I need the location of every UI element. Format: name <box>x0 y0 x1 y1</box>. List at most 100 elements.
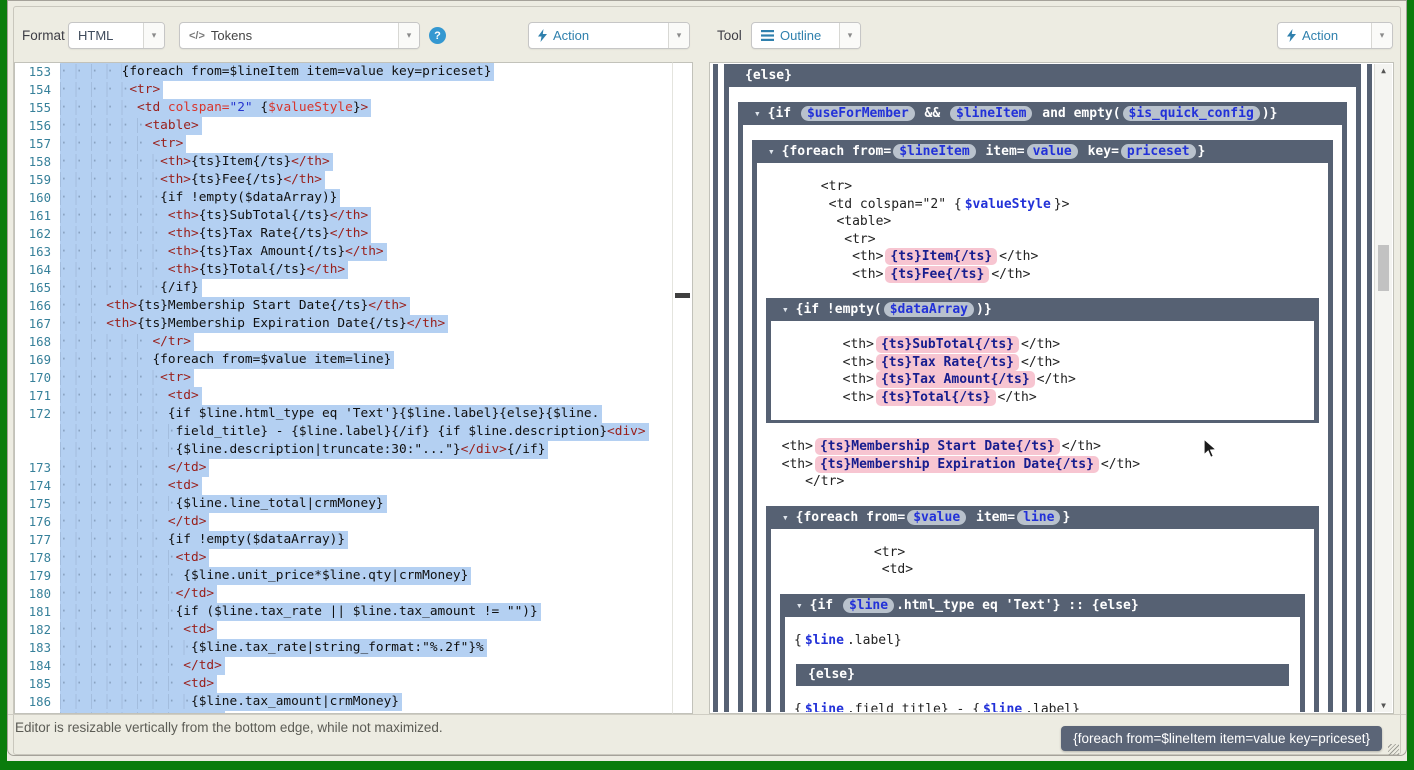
code-line[interactable]: · · · · {foreach from=$lineItem item=val… <box>60 63 692 81</box>
chevron-down-icon: ▾ <box>143 23 164 48</box>
variable-token: $line <box>802 702 847 712</box>
outline-section-header[interactable]: {else} <box>729 64 1356 87</box>
line-number: 156 <box>15 117 60 135</box>
code-line[interactable]: · · · · · · {foreach from=$value item=li… <box>60 351 692 369</box>
code-line[interactable]: · · · · · · ·{/if} <box>60 279 692 297</box>
header-text: {if !empty( <box>796 302 882 317</box>
whitespace-dots: · · · · · · · · <box>60 676 183 691</box>
code-line[interactable]: · · · · · · · <th>{ts}Tax Rate{/ts}</th> <box>60 225 692 243</box>
outline-section-header[interactable]: ▾{if $line.html_type eq 'Text'} :: {else… <box>785 594 1300 617</box>
code-line[interactable]: · · · · · · · · {$line.unit_price*$line.… <box>60 567 692 585</box>
code-line[interactable]: · · · · · <td colspan="2" {$valueStyle}> <box>60 99 692 117</box>
code-editor[interactable]: 1531541551561571581591601611621631641651… <box>14 62 693 714</box>
code-line[interactable]: · · · · · · · <th>{ts}Tax Amount{/ts}</t… <box>60 243 692 261</box>
code-tokens-icon: </> <box>189 30 205 42</box>
variable-token: $line <box>802 633 847 648</box>
line-number: 168 <box>15 333 60 351</box>
code-line[interactable]: · · · · · · · ·field_title} - {$line.lab… <box>60 423 692 441</box>
code-line[interactable]: · · · · · · · ·{$line.line_total|crmMone… <box>60 495 692 513</box>
line-number: 183 <box>15 639 60 657</box>
editor-scrollbar-thumb[interactable] <box>675 293 690 298</box>
action-select-right[interactable]: Action ▾ <box>1277 22 1393 49</box>
line-number: 182 <box>15 621 60 639</box>
resize-handle[interactable] <box>1388 744 1399 755</box>
help-icon[interactable]: ? <box>429 27 446 44</box>
outline-scrollbar-thumb[interactable] <box>1378 245 1389 291</box>
whitespace-dots: · · · · · · · · <box>60 586 176 601</box>
outline-code-block: <tr> <td> <box>780 544 1305 579</box>
variable-token-pill: value <box>1027 144 1078 159</box>
code-line[interactable]: · · · · · · · · ·{$line.tax_rate|string_… <box>60 639 692 657</box>
tool-select[interactable]: Outline ▾ <box>751 22 861 49</box>
code-line[interactable]: · · · · · ·<table> <box>60 117 692 135</box>
whitespace-dots: · · · · · · · <box>60 262 168 277</box>
code-line[interactable]: · · · · ·<tr> <box>60 81 692 99</box>
code-line[interactable]: · · · · · · · · </td> <box>60 657 692 675</box>
whitespace-dots: · · · · · · · · <box>60 442 176 457</box>
outline-code-block: <th>{ts}SubTotal{/ts}</th> <th>{ts}Tax R… <box>780 336 1305 406</box>
whitespace-dots: · · · · · · · <box>60 406 168 421</box>
whitespace-dots: · · · · · · · <box>60 514 168 529</box>
format-select[interactable]: HTML ▾ <box>68 22 165 49</box>
code-line[interactable]: · · · · · · · ·<td> <box>60 549 692 567</box>
code-line[interactable]: · · · <th>{ts}Membership Expiration Date… <box>60 315 692 333</box>
code-line[interactable]: · · · · · · · {if !empty($dataArray)} <box>60 531 692 549</box>
header-text: {if <box>768 106 799 121</box>
action-select-left[interactable]: Action ▾ <box>528 22 690 49</box>
line-number: 157 <box>15 135 60 153</box>
editor-code[interactable]: · · · · {foreach from=$lineItem item=val… <box>60 63 692 713</box>
line-number: 161 <box>15 207 60 225</box>
whitespace-dots: · · · · · · · · <box>60 712 183 713</box>
code-line[interactable]: · · · · · · · · </td> <box>60 711 692 713</box>
code-line[interactable]: · · · · · · · {if $line.html_type eq 'Te… <box>60 405 692 423</box>
line-number: 164 <box>15 261 60 279</box>
outline-section-header[interactable]: ▾{if !empty($dataArray)} <box>771 298 1314 321</box>
scroll-down-icon[interactable]: ▼ <box>1375 699 1392 712</box>
translate-token: {ts}Item{/ts} <box>885 248 997 265</box>
code-line[interactable]: · · · · · · <tr> <box>60 135 692 153</box>
whitespace-dots: · · · · · · · · · <box>60 640 191 655</box>
variable-token-pill: $lineItem <box>893 144 975 159</box>
code-line[interactable]: · · · · · · · <td> <box>60 477 692 495</box>
code-line[interactable]: · · · · · · ·<th>{ts}Fee{/ts}</th> <box>60 171 692 189</box>
outline-section-header[interactable]: ▾{foreach from=$value item=line} <box>771 506 1314 529</box>
code-line[interactable]: · · · · · · ·{if !empty($dataArray)} <box>60 189 692 207</box>
code-line[interactable]: · · · · · · · · ·{$line.tax_amount|crmMo… <box>60 693 692 711</box>
editor-scrollbar[interactable] <box>672 62 693 714</box>
line-number: 170 <box>15 369 60 387</box>
whitespace-dots: · · · · · · <box>60 352 152 367</box>
line-number: 163 <box>15 243 60 261</box>
code-line[interactable]: · · · · · · · ·{$line.description|trunca… <box>60 441 692 459</box>
variable-token-pill: line <box>1017 510 1060 525</box>
lightning-bolt-icon <box>1287 29 1296 42</box>
code-line[interactable]: · · · · · · · ·</td> <box>60 585 692 603</box>
header-text: )} <box>1262 106 1278 121</box>
code-line[interactable]: · · · · · · · <td> <box>60 387 692 405</box>
code-line[interactable]: · · · · · · · <th>{ts}Total{/ts}</th> <box>60 261 692 279</box>
code-line[interactable]: · · · · · · · ·{if ($line.tax_rate || $l… <box>60 603 692 621</box>
code-line[interactable]: · · · · · · </tr> <box>60 333 692 351</box>
tokens-select[interactable]: </> Tokens ▾ <box>179 22 420 49</box>
scroll-up-icon[interactable]: ▲ <box>1375 64 1392 77</box>
whitespace-dots: · · · · <box>60 64 122 79</box>
line-number: 175 <box>15 495 60 513</box>
whitespace-dots: · · · · · · · · <box>60 424 176 439</box>
outline-section-header[interactable]: ▾{if $useForMember && $lineItem and empt… <box>743 102 1342 125</box>
code-line[interactable]: · · · <th>{ts}Membership Start Date{/ts}… <box>60 297 692 315</box>
line-number: 173 <box>15 459 60 477</box>
whitespace-dots: · · · <box>60 298 106 313</box>
line-number: 177 <box>15 531 60 549</box>
action-select-label: Action <box>553 28 589 43</box>
code-line[interactable]: · · · · · · · </td> <box>60 513 692 531</box>
code-line[interactable]: · · · · · · ·<tr> <box>60 369 692 387</box>
outline-section-header[interactable]: ▾{foreach from=$lineItem item=value key=… <box>757 140 1328 163</box>
code-line[interactable]: · · · · · · · · <td> <box>60 621 692 639</box>
code-line[interactable]: · · · · · · ·<th>{ts}Item{/ts}</th> <box>60 153 692 171</box>
code-line[interactable]: · · · · · · · <th>{ts}SubTotal{/ts}</th> <box>60 207 692 225</box>
header-text: item= <box>968 510 1015 525</box>
code-line[interactable]: · · · · · · · </td> <box>60 459 692 477</box>
code-line[interactable]: · · · · · · · · <td> <box>60 675 692 693</box>
outline-else-bar[interactable]: {else} <box>796 664 1289 686</box>
outline-scrollbar[interactable]: ▲ ▼ <box>1374 64 1392 712</box>
whitespace-dots: · · · · · · · <box>60 370 160 385</box>
